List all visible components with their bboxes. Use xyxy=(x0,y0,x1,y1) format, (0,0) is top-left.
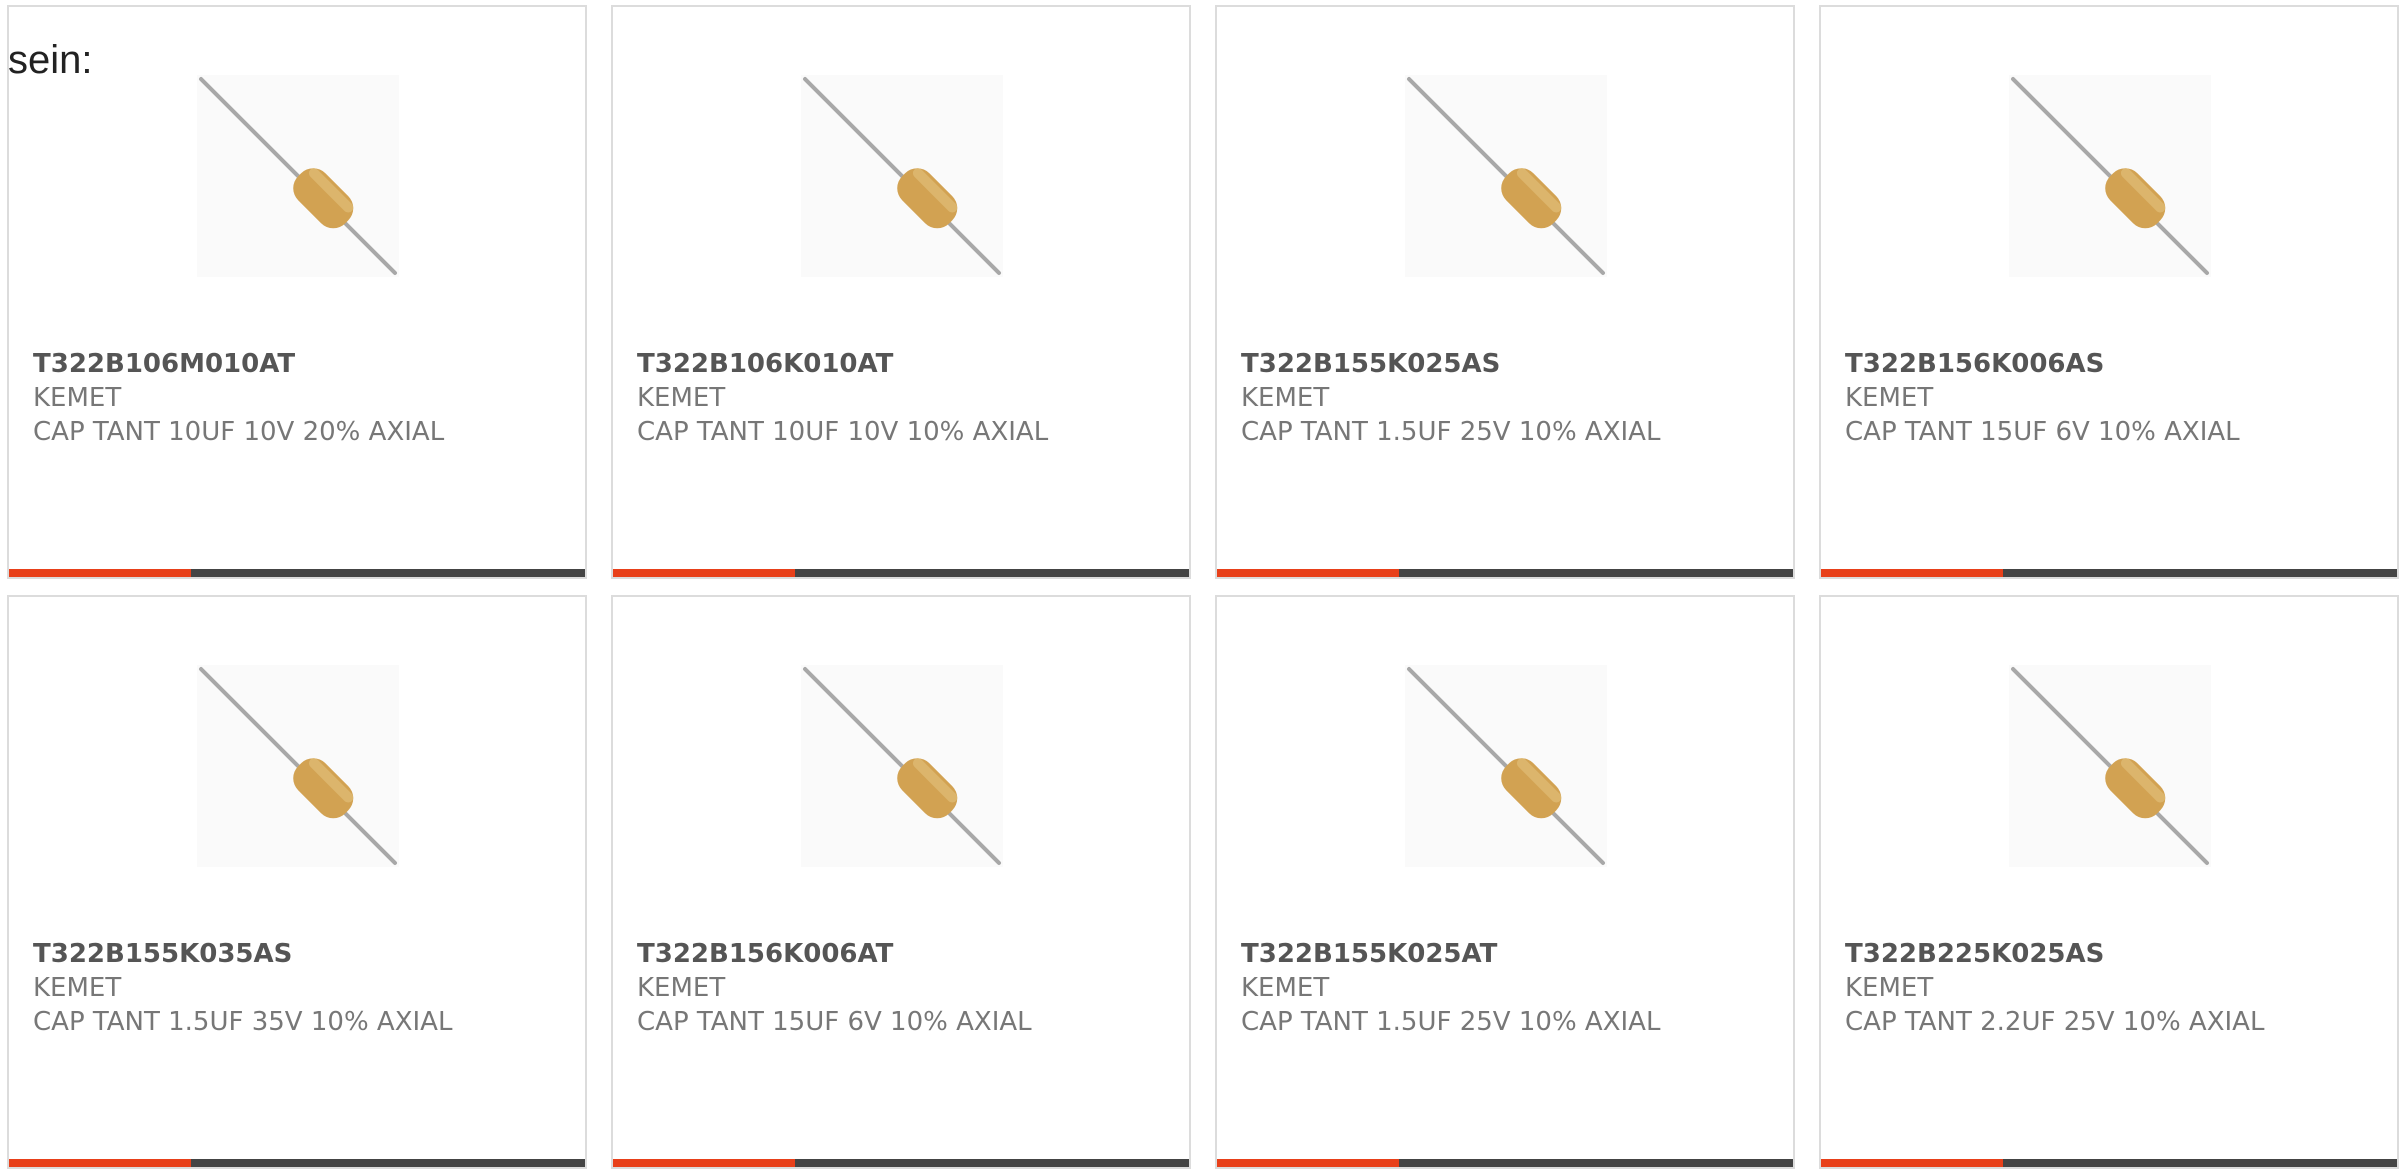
product-card[interactable]: T322B156K006AS KEMET CAP TANT 15UF 6V 10… xyxy=(1819,5,2399,579)
description: CAP TANT 2.2UF 25V 10% AXIAL xyxy=(1845,1007,2265,1037)
card-footer-bar xyxy=(1821,569,2397,577)
product-grid: T322B106M010AT KEMET CAP TANT 10UF 10V 2… xyxy=(7,5,2399,1169)
axial-capacitor-icon xyxy=(1405,75,1607,277)
manufacturer: KEMET xyxy=(33,383,122,413)
product-card[interactable]: T322B156K006AT KEMET CAP TANT 15UF 6V 10… xyxy=(611,595,1191,1169)
description: CAP TANT 10UF 10V 10% AXIAL xyxy=(637,417,1049,447)
description: CAP TANT 1.5UF 25V 10% AXIAL xyxy=(1241,1007,1661,1037)
axial-capacitor-icon xyxy=(2009,665,2211,867)
product-card[interactable]: T322B106K010AT KEMET CAP TANT 10UF 10V 1… xyxy=(611,5,1191,579)
part-number[interactable]: T322B155K025AT xyxy=(1241,937,1777,971)
part-number[interactable]: T322B155K025AS xyxy=(1241,347,1777,381)
card-footer-bar xyxy=(1217,569,1793,577)
description: CAP TANT 15UF 6V 10% AXIAL xyxy=(1845,417,2240,447)
manufacturer: KEMET xyxy=(1845,973,1934,1003)
description: CAP TANT 1.5UF 25V 10% AXIAL xyxy=(1241,417,1661,447)
manufacturer: KEMET xyxy=(637,383,726,413)
part-number[interactable]: T322B106M010AT xyxy=(33,347,569,381)
product-card[interactable]: T322B155K025AS KEMET CAP TANT 1.5UF 25V … xyxy=(1215,5,1795,579)
part-number[interactable]: T322B106K010AT xyxy=(637,347,1173,381)
axial-capacitor-icon xyxy=(197,75,399,277)
product-card[interactable]: T322B155K035AS KEMET CAP TANT 1.5UF 35V … xyxy=(7,595,587,1169)
card-footer-bar xyxy=(9,1159,585,1167)
manufacturer: KEMET xyxy=(1241,383,1330,413)
axial-capacitor-icon xyxy=(801,75,1003,277)
axial-capacitor-icon xyxy=(1405,665,1607,867)
part-number[interactable]: T322B155K035AS xyxy=(33,937,569,971)
description: CAP TANT 1.5UF 35V 10% AXIAL xyxy=(33,1007,453,1037)
product-card[interactable]: T322B225K025AS KEMET CAP TANT 2.2UF 25V … xyxy=(1819,595,2399,1169)
product-card[interactable]: T322B106M010AT KEMET CAP TANT 10UF 10V 2… xyxy=(7,5,587,579)
manufacturer: KEMET xyxy=(1241,973,1330,1003)
axial-capacitor-icon xyxy=(801,665,1003,867)
card-footer-bar xyxy=(1217,1159,1793,1167)
description: CAP TANT 10UF 10V 20% AXIAL xyxy=(33,417,445,447)
part-number[interactable]: T322B225K025AS xyxy=(1845,937,2381,971)
card-footer-bar xyxy=(613,1159,1189,1167)
card-footer-bar xyxy=(613,569,1189,577)
product-card[interactable]: T322B155K025AT KEMET CAP TANT 1.5UF 25V … xyxy=(1215,595,1795,1169)
part-number[interactable]: T322B156K006AS xyxy=(1845,347,2381,381)
axial-capacitor-icon xyxy=(197,665,399,867)
intro-text: sein: xyxy=(8,38,93,82)
manufacturer: KEMET xyxy=(1845,383,1934,413)
card-footer-bar xyxy=(1821,1159,2397,1167)
part-number[interactable]: T322B156K006AT xyxy=(637,937,1173,971)
manufacturer: KEMET xyxy=(637,973,726,1003)
axial-capacitor-icon xyxy=(2009,75,2211,277)
description: CAP TANT 15UF 6V 10% AXIAL xyxy=(637,1007,1032,1037)
card-footer-bar xyxy=(9,569,585,577)
manufacturer: KEMET xyxy=(33,973,122,1003)
